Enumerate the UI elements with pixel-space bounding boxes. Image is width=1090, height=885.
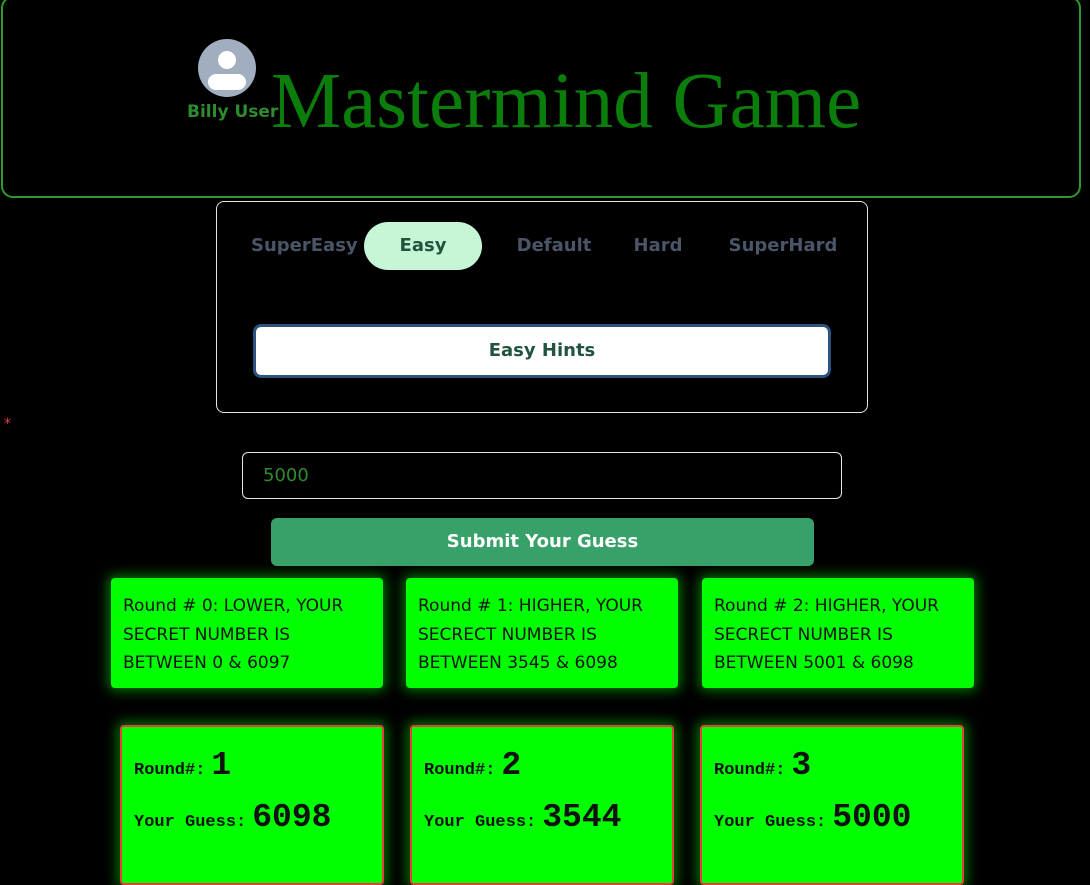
hint-card-round-0: Round # 0: LOWER, YOUR SECRET NUMBER IS … (111, 578, 383, 688)
guess-label: Your Guess: (134, 813, 247, 832)
round-number: 3 (791, 747, 812, 784)
round-label: Round#: (134, 761, 206, 780)
round-label: Round#: (714, 761, 786, 780)
avatar-icon[interactable] (198, 39, 256, 97)
guess-value: 5000 (832, 799, 912, 836)
tab-hard[interactable]: Hard (616, 222, 700, 270)
tab-supereasy[interactable]: SuperEasy (251, 222, 358, 270)
round-card-3: Round#: 3 Your Guess: 5000 (700, 725, 964, 885)
guess-value: 3544 (542, 799, 622, 836)
submit-guess-button[interactable]: Submit Your Guess (271, 518, 814, 566)
guess-label: Your Guess: (714, 813, 827, 832)
header-banner: Billy User Mastermind Game (1, 0, 1081, 198)
round-number: 1 (211, 747, 232, 784)
guess-value: 6098 (252, 799, 332, 836)
round-card-1: Round#: 1 Your Guess: 6098 (120, 725, 384, 885)
hint-card-round-2: Round # 2: HIGHER, YOUR SECRECT NUMBER I… (702, 578, 974, 688)
round-card-2: Round#: 2 Your Guess: 3544 (410, 725, 674, 885)
guess-label: Your Guess: (424, 813, 537, 832)
difficulty-panel: SuperEasy Easy Default Hard SuperHard Ea… (216, 201, 868, 413)
tab-easy[interactable]: Easy (364, 222, 482, 270)
tab-superhard[interactable]: SuperHard (727, 222, 839, 270)
required-marker: * (4, 416, 11, 432)
round-number: 2 (501, 747, 522, 784)
tab-default[interactable]: Default (494, 222, 614, 270)
user-name: Billy User (187, 102, 279, 122)
round-label: Round#: (424, 761, 496, 780)
easy-hints-button[interactable]: Easy Hints (253, 324, 831, 378)
page-title: Mastermind Game (271, 58, 862, 145)
hint-card-round-1: Round # 1: HIGHER, YOUR SECRECT NUMBER I… (406, 578, 678, 688)
difficulty-tabs: SuperEasy Easy Default Hard SuperHard (231, 222, 853, 270)
guess-input[interactable]: 5000 (242, 452, 842, 499)
